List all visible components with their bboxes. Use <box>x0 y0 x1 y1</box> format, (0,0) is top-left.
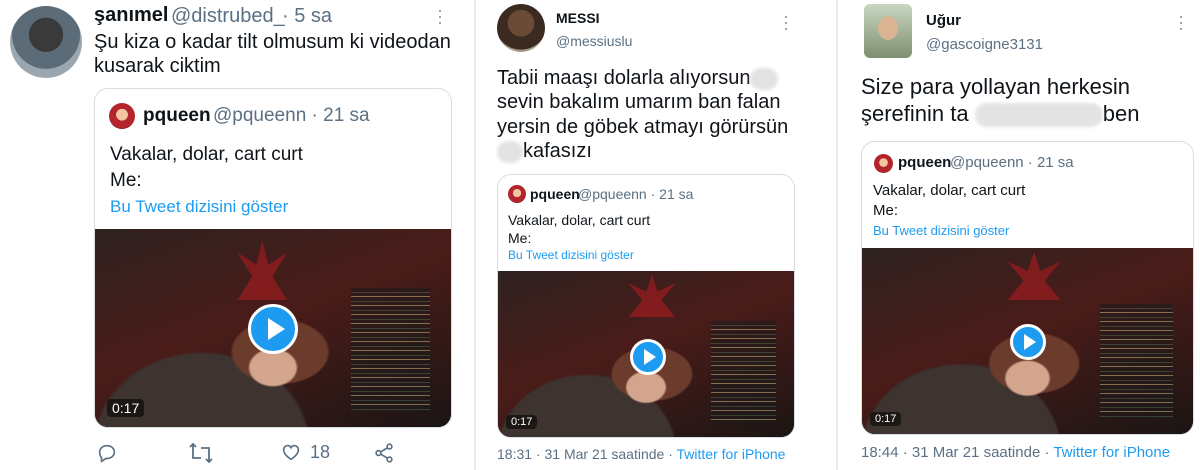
tweet-panel-2: MESSI @messiuslu ··· Tabii maaşı dolarla… <box>484 0 814 470</box>
share-button[interactable] <box>373 442 395 464</box>
quoted-avatar <box>109 103 135 129</box>
video-player[interactable]: 0:17 <box>498 271 794 437</box>
more-icon[interactable]: ··· <box>777 14 797 32</box>
quoted-text-line2: Me: <box>110 170 142 191</box>
show-thread-link[interactable]: Bu Tweet dizisini göster <box>110 197 288 217</box>
user-handle[interactable]: @distrubed_ <box>171 5 285 28</box>
quoted-handle: @pqueenn · 21 sa <box>578 186 694 202</box>
more-icon[interactable]: ··· <box>431 8 451 26</box>
tweet-text: Şu kiza o kadar tilt olmusum ki videodan… <box>94 31 451 78</box>
display-name[interactable]: şanımel <box>94 4 168 27</box>
panel-divider <box>474 0 476 470</box>
reply-icon <box>98 444 116 463</box>
tweet-meta: 18:44 · 31 Mar 21 saatinde · Twitter for… <box>861 444 1170 461</box>
tweet-source[interactable]: Twitter for iPhone <box>1053 444 1170 461</box>
tweet-meta: 18:31 · 31 Mar 21 saatinde · Twitter for… <box>497 446 785 462</box>
video-duration: 0:17 <box>506 415 538 429</box>
reply-button[interactable] <box>96 442 118 464</box>
stream-chat-overlay <box>1100 303 1174 420</box>
tweet-timestamp[interactable]: 18:44 · 31 Mar 21 saatinde · <box>861 444 1053 461</box>
share-icon <box>375 443 393 463</box>
quoted-name: pqueen <box>530 186 580 202</box>
tweet-panel-1: şanımel @distrubed_ · 5 sa ··· Şu kiza o… <box>0 0 470 470</box>
tweet-source[interactable]: Twitter for iPhone <box>677 446 786 462</box>
quoted-name: pqueen <box>898 154 952 171</box>
video-player[interactable]: 0:17 <box>95 229 451 427</box>
retweet-icon <box>189 442 213 464</box>
tweet-timestamp[interactable]: 18:31 · 31 Mar 21 saatinde · <box>497 446 677 462</box>
blurred-text <box>974 103 1103 128</box>
display-name[interactable]: MESSI <box>556 10 600 26</box>
blurred-text <box>497 140 523 163</box>
play-icon[interactable] <box>630 339 666 375</box>
tweet-panel-3: Uğur @gascoigne3131 ··· Size para yollay… <box>850 0 1200 470</box>
like-icon <box>282 444 300 461</box>
retweet-button[interactable] <box>188 442 214 464</box>
quoted-text-line1: Vakalar, dolar, cart curt <box>110 144 303 165</box>
quoted-tweet[interactable]: pqueen @pqueenn · 21 sa Vakalar, dolar, … <box>861 141 1194 435</box>
avatar[interactable] <box>10 6 82 78</box>
show-thread-link[interactable]: Bu Tweet dizisini göster <box>508 248 634 262</box>
quoted-text-line2: Me: <box>508 230 532 246</box>
quoted-text-line1: Vakalar, dolar, cart curt <box>873 182 1026 199</box>
avatar[interactable] <box>497 4 545 52</box>
video-duration: 0:17 <box>107 399 145 417</box>
tweet-text: Size para yollayan herkesin şerefinin ta… <box>861 74 1140 128</box>
video-player[interactable]: 0:17 <box>862 248 1193 434</box>
quoted-text-line2: Me: <box>873 202 899 219</box>
panel-divider <box>836 0 838 470</box>
avatar[interactable] <box>864 4 912 58</box>
stream-chat-overlay <box>351 288 430 412</box>
quoted-handle: @pqueenn · 21 sa <box>213 105 370 126</box>
blurred-text <box>750 67 779 90</box>
play-icon[interactable] <box>1010 324 1046 360</box>
user-handle[interactable]: @messiuslu <box>556 33 632 49</box>
quoted-tweet[interactable]: pqueen @pqueenn · 21 sa Vakalar, dolar, … <box>497 174 795 438</box>
show-thread-link[interactable]: Bu Tweet dizisini göster <box>873 223 1009 238</box>
quoted-avatar <box>508 185 526 203</box>
video-duration: 0:17 <box>870 412 902 426</box>
like-button[interactable]: 18 <box>280 441 330 463</box>
like-count: 18 <box>310 441 331 462</box>
quoted-avatar <box>874 154 893 173</box>
tweet-text: Tabii maaşı dolarla alıyorsun sevin baka… <box>497 67 789 163</box>
stream-chat-overlay <box>711 320 777 424</box>
quoted-name: pqueen <box>143 105 211 126</box>
user-handle[interactable]: @gascoigne3131 <box>926 36 1043 53</box>
quoted-tweet[interactable]: pqueen @pqueenn · 21 sa Vakalar, dolar, … <box>94 88 452 428</box>
play-icon[interactable] <box>248 304 298 354</box>
tweet-time[interactable]: · 5 sa <box>282 5 332 28</box>
more-icon[interactable]: ··· <box>1172 14 1192 32</box>
display-name[interactable]: Uğur <box>926 12 961 29</box>
quoted-text-line1: Vakalar, dolar, cart curt <box>508 212 651 228</box>
quoted-handle: @pqueenn · 21 sa <box>950 154 1074 171</box>
